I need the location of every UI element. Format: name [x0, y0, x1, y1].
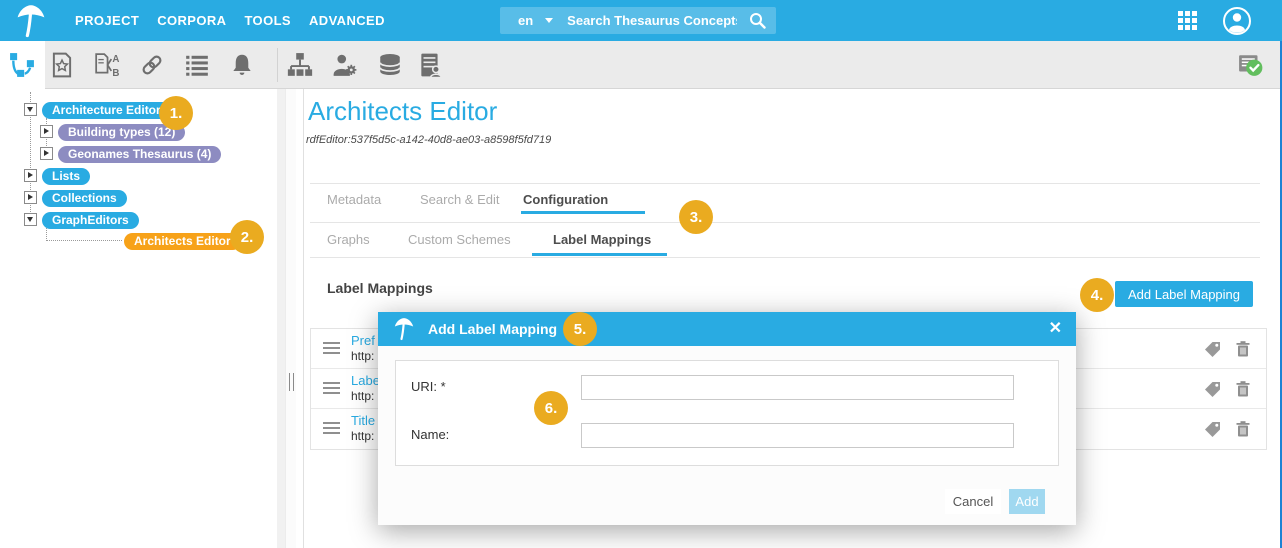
- subtabs-bottom-border: [310, 257, 1260, 258]
- app-logo-icon[interactable]: [14, 4, 48, 38]
- mapping-link[interactable]: Pref: [351, 333, 375, 348]
- page-subtitle: rdfEditor:537f5d5c-a142-40d8-ae03-a8598f…: [306, 134, 551, 146]
- mapping-link[interactable]: Labe: [351, 373, 380, 388]
- tree-toggle-collections[interactable]: [24, 191, 37, 204]
- search-language-selector[interactable]: en: [518, 13, 533, 28]
- dialog-logo-icon: [394, 317, 414, 341]
- dialog-form-panel: URI: * Name:: [395, 360, 1059, 466]
- step-badge-4: 4.: [1080, 278, 1114, 312]
- database-icon[interactable]: [377, 52, 403, 78]
- repository-user-icon[interactable]: [417, 52, 443, 78]
- tree-toggle-lists[interactable]: [24, 169, 37, 182]
- bell-icon[interactable]: [229, 52, 255, 78]
- dialog-header: Add Label Mapping ✕: [378, 312, 1076, 346]
- tree-toggle-architecture-editor[interactable]: [24, 103, 37, 116]
- drag-handle-icon[interactable]: [323, 342, 340, 356]
- hierarchy-icon[interactable]: [287, 52, 313, 78]
- menu-corpora[interactable]: CORPORA: [157, 13, 226, 28]
- active-subtab-underline: [532, 253, 667, 256]
- document-star-icon[interactable]: [49, 52, 75, 78]
- add-label-mapping-dialog: Add Label Mapping ✕ URI: * Name: Cancel …: [378, 312, 1076, 525]
- tree-item-architects-editor[interactable]: Architects Editor: [124, 233, 241, 250]
- drag-handle-icon[interactable]: [323, 382, 340, 396]
- name-field[interactable]: [581, 423, 1014, 448]
- step-badge-1: 1.: [159, 96, 193, 130]
- tab-search-edit[interactable]: Search & Edit: [420, 192, 500, 207]
- drag-handle-icon[interactable]: [323, 422, 340, 436]
- classification-ab-icon[interactable]: A B: [94, 52, 120, 78]
- subtabs-top-border: [310, 222, 1260, 223]
- subtab-label-mappings[interactable]: Label Mappings: [553, 232, 651, 247]
- tag-icon[interactable]: [1204, 420, 1222, 438]
- tree-toggle-geonames-thesaurus[interactable]: [40, 147, 53, 160]
- search-icon[interactable]: [749, 12, 766, 29]
- section-title: Label Mappings: [327, 280, 433, 296]
- splitter-grip-icon[interactable]: [289, 373, 294, 391]
- step-badge-5: 5.: [563, 312, 597, 346]
- add-button[interactable]: Add: [1009, 489, 1045, 514]
- user-settings-icon[interactable]: [332, 52, 358, 78]
- add-label-mapping-button[interactable]: Add Label Mapping: [1115, 281, 1253, 307]
- tree-item-lists[interactable]: Lists: [42, 168, 90, 185]
- svg-text:B: B: [112, 68, 119, 78]
- step-badge-6: 6.: [534, 391, 568, 425]
- search-input[interactable]: [567, 13, 737, 28]
- page-title: Architects Editor: [308, 96, 497, 127]
- tab-metadata[interactable]: Metadata: [327, 192, 381, 207]
- main-menu: PROJECT CORPORA TOOLS ADVANCED: [75, 0, 385, 41]
- tree-toggle-grapheditors[interactable]: [24, 213, 37, 226]
- status-check-icon[interactable]: [1238, 52, 1264, 78]
- tabs-top-border: [310, 183, 1260, 184]
- editor-toolbar: A B: [0, 41, 1282, 89]
- app-window: PROJECT CORPORA TOOLS ADVANCED en: [0, 0, 1282, 548]
- menu-tools[interactable]: TOOLS: [244, 13, 291, 28]
- pane-splitter[interactable]: [285, 89, 296, 548]
- mapping-uri: http:: [351, 349, 374, 363]
- apps-grid-icon[interactable]: [1178, 11, 1197, 30]
- tree-item-geonames-thesaurus[interactable]: Geonames Thesaurus (4): [58, 146, 221, 163]
- tag-icon[interactable]: [1204, 340, 1222, 358]
- mapping-uri: http:: [351, 389, 374, 403]
- tree-connector: [46, 240, 122, 241]
- user-avatar-icon[interactable]: [1222, 6, 1252, 36]
- mapping-uri: http:: [351, 429, 374, 443]
- sidebar-scrollbar[interactable]: [277, 89, 285, 548]
- uri-field[interactable]: [581, 375, 1014, 400]
- trash-icon[interactable]: [1234, 380, 1252, 398]
- top-navbar: PROJECT CORPORA TOOLS ADVANCED en: [0, 0, 1282, 41]
- thesaurus-search-box[interactable]: en: [500, 7, 776, 34]
- menu-advanced[interactable]: ADVANCED: [309, 13, 385, 28]
- menu-project[interactable]: PROJECT: [75, 13, 139, 28]
- subtab-graphs[interactable]: Graphs: [327, 232, 370, 247]
- mapping-link[interactable]: Title: [351, 413, 375, 428]
- uri-field-label: URI: *: [411, 379, 446, 394]
- tag-icon[interactable]: [1204, 380, 1222, 398]
- trash-icon[interactable]: [1234, 340, 1252, 358]
- toolbar-separator: [277, 48, 278, 82]
- graph-editor-icon[interactable]: [9, 52, 35, 78]
- dialog-title: Add Label Mapping: [428, 321, 557, 337]
- chevron-down-icon[interactable]: [545, 18, 553, 23]
- step-badge-2: 2.: [230, 220, 264, 254]
- active-tab-underline: [521, 211, 645, 214]
- tab-configuration[interactable]: Configuration: [523, 192, 608, 207]
- main-pane-border: [303, 89, 304, 548]
- trash-icon[interactable]: [1234, 420, 1252, 438]
- name-field-label: Name:: [411, 427, 449, 442]
- list-icon[interactable]: [184, 52, 210, 78]
- subtab-custom-schemes[interactable]: Custom Schemes: [408, 232, 511, 247]
- close-icon[interactable]: ✕: [1049, 319, 1062, 339]
- cancel-button[interactable]: Cancel: [945, 489, 1001, 514]
- tree-toggle-building-types[interactable]: [40, 125, 53, 138]
- tree-item-grapheditors[interactable]: GraphEditors: [42, 212, 139, 229]
- link-icon[interactable]: [139, 52, 165, 78]
- tree-item-architecture-editor[interactable]: Architecture Editor: [42, 102, 171, 119]
- step-badge-3: 3.: [679, 200, 713, 234]
- tree-item-collections[interactable]: Collections: [42, 190, 127, 207]
- svg-text:A: A: [112, 54, 119, 65]
